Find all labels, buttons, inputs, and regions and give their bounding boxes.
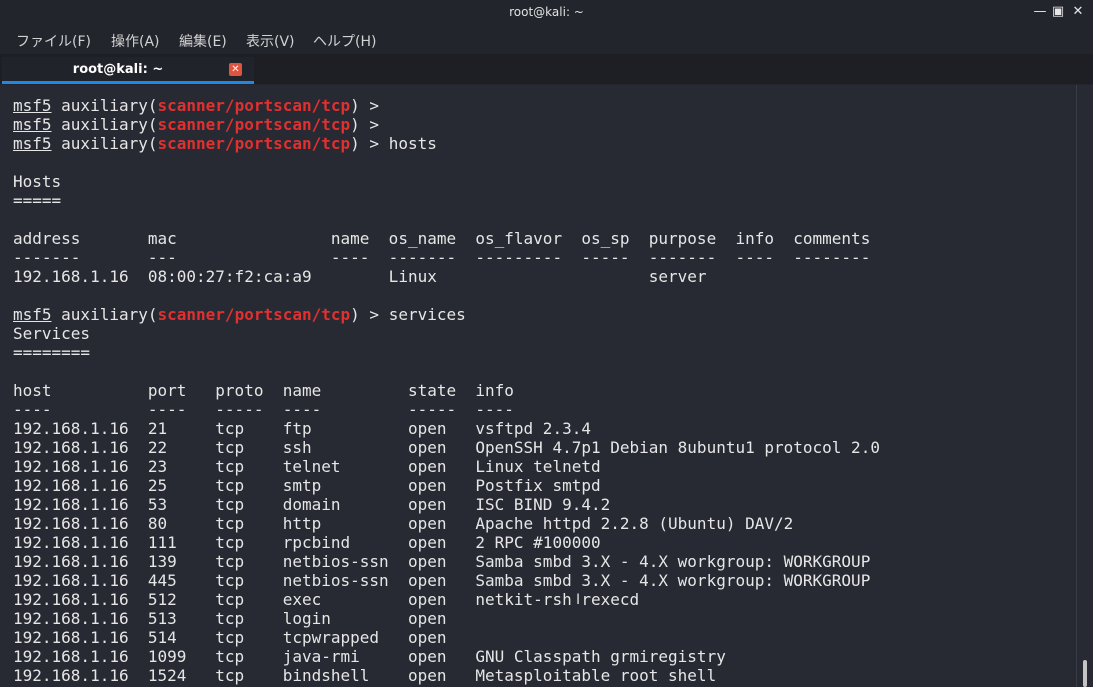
output-line: 192.168.1.16 111 tcp rpcbind open 2 RPC …	[13, 533, 601, 552]
prompt-prefix: auxiliary(	[51, 305, 158, 324]
menu-bar: ファイル(F) 操作(A) 編集(E) 表示(V) ヘルプ(H)	[0, 26, 1093, 54]
output-line: 192.168.1.16 514 tcp tcpwrapped open	[13, 628, 447, 647]
menu-view[interactable]: 表示(V)	[246, 31, 295, 51]
msf-prompt: msf5	[13, 96, 52, 115]
output-line: 192.168.1.16 139 tcp netbios-ssn open Sa…	[13, 552, 871, 571]
output-line: 192.168.1.16 512 tcp exec open netkit-rs…	[13, 590, 640, 609]
msf-prompt: msf5	[13, 305, 52, 324]
output-line: 192.168.1.16 513 tcp login open	[13, 609, 447, 628]
menu-file[interactable]: ファイル(F)	[16, 31, 91, 51]
scrollbar[interactable]	[1076, 85, 1093, 687]
tab-label: root@kali: ~	[72, 62, 164, 77]
output-line: 192.168.1.16 1524 tcp bindshell open Met…	[13, 666, 717, 685]
menu-help[interactable]: ヘルプ(H)	[313, 31, 376, 51]
module-name: scanner/portscan/tcp	[157, 96, 351, 115]
menu-actions[interactable]: 操作(A)	[111, 31, 160, 51]
scrollbar-thumb[interactable]	[1083, 660, 1087, 687]
text-cursor-icon: I	[576, 592, 581, 608]
prompt-line: msf5 auxiliary(scanner/portscan/tcp) > s…	[13, 305, 880, 324]
module-name: scanner/portscan/tcp	[157, 115, 351, 134]
prompt-command: ) > services	[350, 305, 466, 324]
menu-edit[interactable]: 編集(E)	[179, 31, 227, 51]
window-title: root@kali: ~	[509, 5, 584, 19]
output-line: 192.168.1.16 445 tcp netbios-ssn open Sa…	[13, 571, 871, 590]
prompt-command: ) >	[350, 96, 380, 115]
tab-close-icon[interactable]: ✕	[229, 63, 242, 76]
terminal-output[interactable]: msf5 auxiliary(scanner/portscan/tcp) > ms…	[0, 85, 1076, 687]
close-icon[interactable]: ✕	[1070, 4, 1086, 20]
output-line: ---- ---- ----- ---- ----- ----	[13, 400, 514, 419]
prompt-line: msf5 auxiliary(scanner/portscan/tcp) > h…	[13, 134, 880, 153]
minimize-icon[interactable]: —	[1032, 4, 1048, 20]
output-line: =====	[13, 191, 62, 210]
output-line: address mac name os_name os_flavor os_sp…	[13, 229, 871, 248]
output-line: Services	[13, 324, 91, 343]
prompt-prefix: auxiliary(	[51, 115, 158, 134]
module-name: scanner/portscan/tcp	[157, 134, 351, 153]
output-line: 192.168.1.16 80 tcp http open Apache htt…	[13, 514, 794, 533]
output-line: ------- --- ---- ------- --------- -----…	[13, 248, 871, 267]
terminal-lines: msf5 auxiliary(scanner/portscan/tcp) > ms…	[13, 96, 880, 685]
prompt-command: ) > hosts	[350, 134, 437, 153]
maximize-icon[interactable]: ▣	[1050, 4, 1066, 20]
title-bar: root@kali: ~ — ▣ ✕	[0, 0, 1093, 26]
output-line: 192.168.1.16 08:00:27:f2:ca:a9 Linux ser…	[13, 267, 707, 286]
output-line: 192.168.1.16 21 tcp ftp open vsftpd 2.3.…	[13, 419, 591, 438]
output-line: ========	[13, 343, 91, 362]
prompt-line: msf5 auxiliary(scanner/portscan/tcp) >	[13, 115, 880, 134]
tab-bar: root@kali: ~ ✕	[0, 54, 1093, 84]
msf-prompt: msf5	[13, 115, 52, 134]
output-line: 192.168.1.16 23 tcp telnet open Linux te…	[13, 457, 601, 476]
module-name: scanner/portscan/tcp	[157, 305, 351, 324]
prompt-line: msf5 auxiliary(scanner/portscan/tcp) >	[13, 96, 880, 115]
msf-prompt: msf5	[13, 134, 52, 153]
output-line: Hosts	[13, 172, 62, 191]
output-line: 192.168.1.16 22 tcp ssh open OpenSSH 4.7…	[13, 438, 880, 457]
prompt-prefix: auxiliary(	[51, 134, 158, 153]
output-line: 192.168.1.16 1099 tcp java-rmi open GNU …	[13, 647, 726, 666]
output-line: host port proto name state info	[13, 381, 514, 400]
output-line: 192.168.1.16 53 tcp domain open ISC BIND…	[13, 495, 611, 514]
prompt-command: ) >	[350, 115, 380, 134]
tab-terminal[interactable]: root@kali: ~ ✕	[2, 57, 254, 84]
output-line: 192.168.1.16 25 tcp smtp open Postfix sm…	[13, 476, 601, 495]
prompt-prefix: auxiliary(	[51, 96, 158, 115]
